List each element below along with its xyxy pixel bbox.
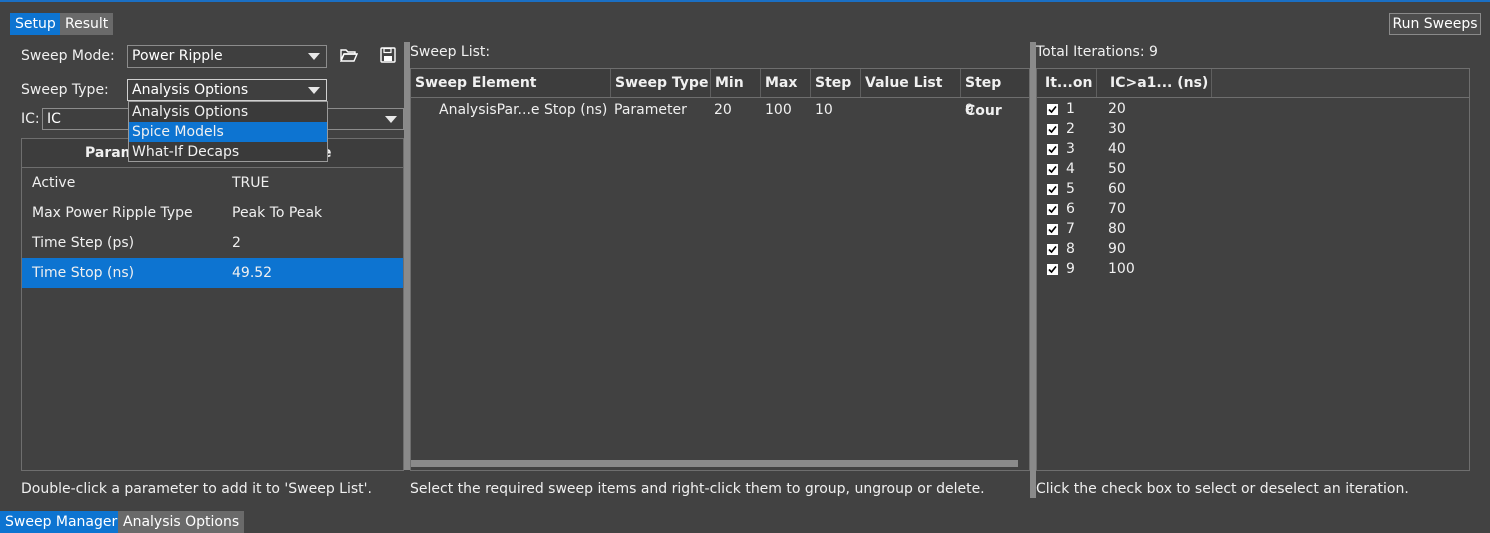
sweep-mode-label: Sweep Mode: xyxy=(21,48,115,64)
param-row-ripple-type[interactable]: Max Power Ripple Type Peak To Peak xyxy=(22,198,403,228)
col-ic-value[interactable]: IC>a1... (ns) xyxy=(1097,69,1212,97)
iterations-hint: Click the check box to select or deselec… xyxy=(1036,481,1409,497)
sweep-mode-value: Power Ripple xyxy=(132,48,223,64)
iteration-row[interactable]: 6 70 xyxy=(1037,199,1469,219)
sweep-type-label: Sweep Type: xyxy=(21,82,109,98)
cell-min: 20 xyxy=(714,102,732,118)
iteration-number: 5 xyxy=(1066,181,1075,197)
iteration-value: 60 xyxy=(1108,181,1126,197)
ic-label: IC: xyxy=(21,111,40,127)
iteration-checkbox[interactable] xyxy=(1047,244,1058,255)
iteration-row[interactable]: 1 20 xyxy=(1037,99,1469,119)
col-value-list[interactable]: Value List xyxy=(861,69,961,97)
cell-sweep-type: Parameter xyxy=(614,102,687,118)
header-divider xyxy=(1037,97,1469,98)
iteration-checkbox[interactable] xyxy=(1047,104,1058,115)
col-step-count[interactable]: Step Cour xyxy=(961,69,1029,119)
sweep-mode-select[interactable]: Power Ripple xyxy=(127,45,327,68)
iteration-checkbox[interactable] xyxy=(1047,204,1058,215)
iteration-row[interactable]: 5 60 xyxy=(1037,179,1469,199)
chevron-down-icon xyxy=(385,116,397,123)
iteration-checkbox[interactable] xyxy=(1047,124,1058,135)
iteration-value: 100 xyxy=(1108,261,1135,277)
col-sweep-element[interactable]: Sweep Element xyxy=(411,69,611,97)
sweep-list-hint: Select the required sweep items and righ… xyxy=(410,481,985,497)
sweep-type-option-what-if-decaps[interactable]: What-If Decaps xyxy=(129,142,327,162)
param-value: 2 xyxy=(232,235,241,251)
open-folder-icon[interactable] xyxy=(340,47,358,63)
run-sweeps-button[interactable]: Run Sweeps xyxy=(1389,13,1481,35)
sweep-type-value: Analysis Options xyxy=(132,82,249,98)
param-name: Time Stop (ns) xyxy=(32,265,135,281)
horizontal-scrollbar[interactable] xyxy=(411,460,1018,467)
param-row-active[interactable]: Active TRUE xyxy=(22,168,403,198)
param-value: TRUE xyxy=(232,175,270,191)
iteration-number: 3 xyxy=(1066,141,1075,157)
iteration-number: 4 xyxy=(1066,161,1075,177)
sweep-type-dropdown: Analysis Options Spice Models What-If De… xyxy=(128,101,328,162)
iteration-number: 2 xyxy=(1066,121,1075,137)
iteration-row[interactable]: 4 50 xyxy=(1037,159,1469,179)
col-sweep-type[interactable]: Sweep Type xyxy=(611,69,711,97)
ic-value: IC xyxy=(47,111,61,127)
iterations-table: It...on IC>a1... (ns) 1 20 2 30 3 40 4 5… xyxy=(1036,68,1470,471)
chevron-down-icon xyxy=(308,53,320,60)
param-value: 49.52 xyxy=(232,265,273,281)
sweep-list-title: Sweep List: xyxy=(410,44,491,60)
save-icon[interactable] xyxy=(380,47,396,63)
iteration-value: 50 xyxy=(1108,161,1126,177)
iteration-value: 80 xyxy=(1108,221,1126,237)
iteration-row[interactable]: 2 30 xyxy=(1037,119,1469,139)
param-value: Peak To Peak xyxy=(232,205,323,221)
sweep-type-select[interactable]: Analysis Options xyxy=(127,79,327,101)
iteration-value: 30 xyxy=(1108,121,1126,137)
param-row-time-stop[interactable]: Time Stop (ns) 49.52 xyxy=(22,258,403,288)
iteration-checkbox[interactable] xyxy=(1047,184,1058,195)
tab-result[interactable]: Result xyxy=(60,13,114,35)
tab-setup[interactable]: Setup xyxy=(10,13,61,35)
iteration-checkbox[interactable] xyxy=(1047,164,1058,175)
param-row-time-step[interactable]: Time Step (ps) 2 xyxy=(22,228,403,258)
iteration-checkbox[interactable] xyxy=(1047,144,1058,155)
iteration-number: 1 xyxy=(1066,101,1075,117)
chevron-down-icon xyxy=(308,87,320,94)
iteration-number: 7 xyxy=(1066,221,1075,237)
iteration-row[interactable]: 3 40 xyxy=(1037,139,1469,159)
cell-sweep-element: AnalysisPar...e Stop (ns) xyxy=(439,102,608,118)
parameters-grid: Param e Active TRUE Max Power Ripple Typ… xyxy=(21,138,404,471)
cell-max: 100 xyxy=(765,102,792,118)
iteration-value: 20 xyxy=(1108,101,1126,117)
param-name: Time Step (ps) xyxy=(32,235,135,251)
param-name: Max Power Ripple Type xyxy=(32,205,193,221)
tab-sweep-manager[interactable]: Sweep Manager xyxy=(0,511,123,533)
sweep-type-option-spice-models[interactable]: Spice Models xyxy=(129,122,327,142)
col-min[interactable]: Min xyxy=(711,69,761,97)
cell-step-count: 9 xyxy=(965,102,974,118)
iteration-row[interactable]: 8 90 xyxy=(1037,239,1469,259)
iteration-number: 8 xyxy=(1066,241,1075,257)
iteration-value: 70 xyxy=(1108,201,1126,217)
total-iterations-label: Total Iterations: 9 xyxy=(1036,44,1158,60)
col-max[interactable]: Max xyxy=(761,69,811,97)
iteration-checkbox[interactable] xyxy=(1047,224,1058,235)
param-name: Active xyxy=(32,175,76,191)
iteration-row[interactable]: 9 100 xyxy=(1037,259,1469,279)
iteration-row[interactable]: 7 80 xyxy=(1037,219,1469,239)
cell-step: 10 xyxy=(815,102,833,118)
parameters-hint: Double-click a parameter to add it to 'S… xyxy=(21,481,372,497)
iteration-checkbox[interactable] xyxy=(1047,264,1058,275)
window-top-border xyxy=(0,0,1490,2)
sweep-list-table: Sweep Element Sweep Type Min Max Step Va… xyxy=(410,68,1030,471)
iteration-number: 6 xyxy=(1066,201,1075,217)
iteration-value: 40 xyxy=(1108,141,1126,157)
tab-analysis-options[interactable]: Analysis Options xyxy=(118,511,245,533)
col-iteration[interactable]: It...on xyxy=(1037,69,1097,97)
iteration-value: 90 xyxy=(1108,241,1126,257)
iteration-number: 9 xyxy=(1066,261,1075,277)
col-step[interactable]: Step xyxy=(811,69,861,97)
sweep-type-option-analysis-options[interactable]: Analysis Options xyxy=(129,102,327,122)
table-row[interactable]: AnalysisPar...e Stop (ns) Parameter 20 1… xyxy=(411,98,1029,122)
